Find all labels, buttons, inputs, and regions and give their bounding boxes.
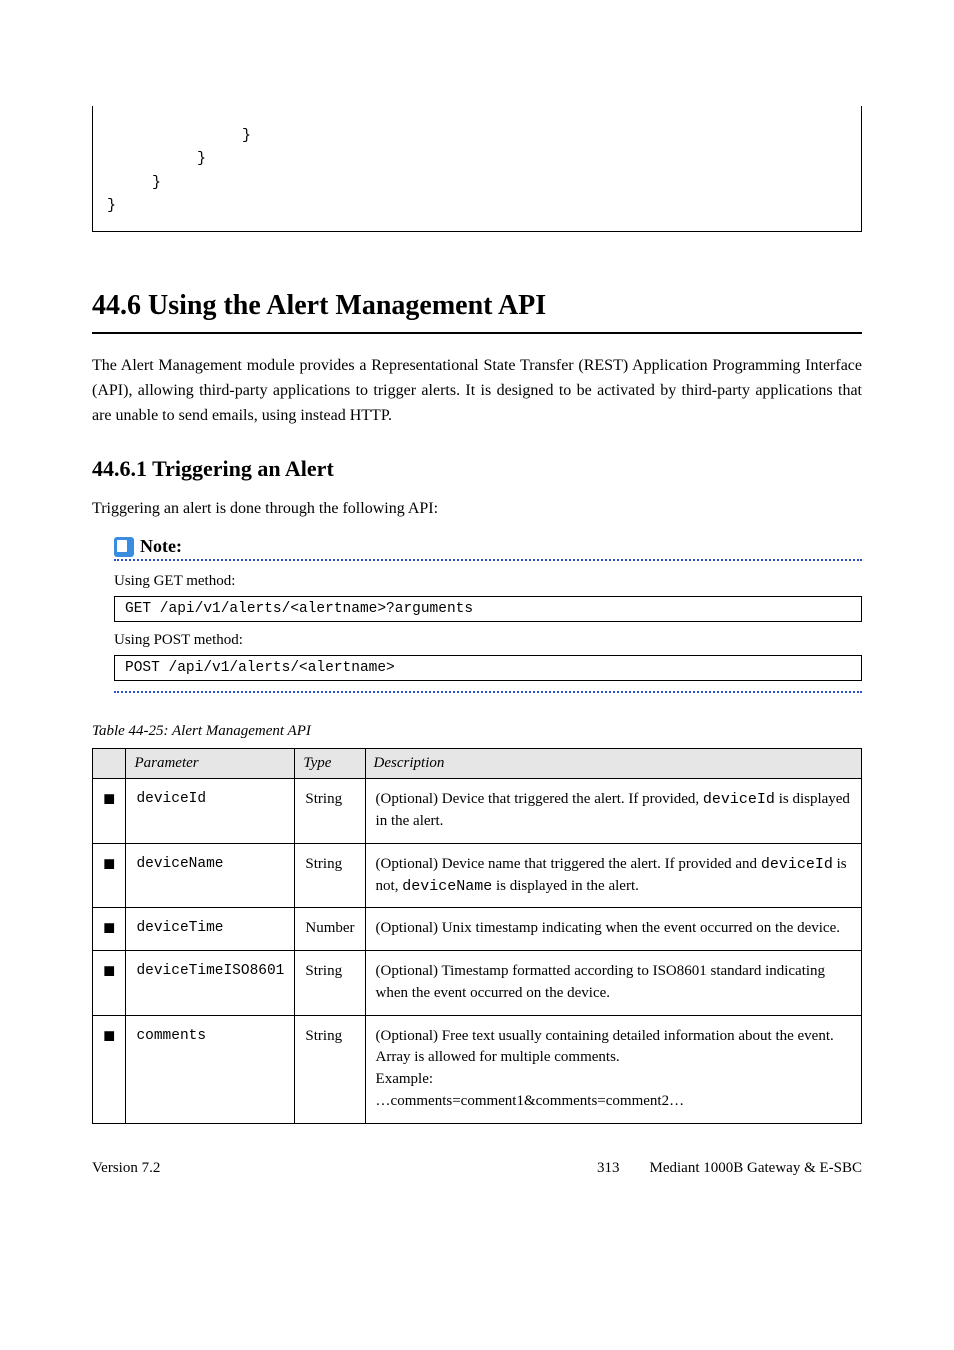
- table-row: ◼ deviceId String (Optional) Device that…: [93, 779, 862, 844]
- row-desc: (Optional) Device name that triggered th…: [365, 843, 861, 908]
- row-type: String: [295, 951, 365, 1016]
- th-description: Description: [365, 749, 861, 779]
- note-icon: [114, 537, 134, 557]
- subsection-intro: Triggering an alert is done through the …: [92, 500, 862, 518]
- row-bullet: ◼: [93, 1015, 126, 1123]
- th-parameter: Parameter: [126, 749, 295, 779]
- row-desc: (Optional) Free text usually containing …: [365, 1015, 861, 1123]
- row-desc: (Optional) Unix timestamp indicating whe…: [365, 908, 861, 951]
- footer-page-number: 313: [597, 1160, 620, 1176]
- row-type: Number: [295, 908, 365, 951]
- note-label: Note:: [140, 536, 182, 557]
- note-block: Note: Using GET method: GET /api/v1/aler…: [114, 536, 862, 693]
- section-rule: [92, 332, 862, 334]
- section-heading: 44.6 Using the Alert Management API: [92, 290, 862, 322]
- desc-text: (Optional) Device name that triggered th…: [376, 856, 761, 872]
- code-line: }: [107, 150, 206, 167]
- subsection-heading: 44.6.1 Triggering an Alert: [92, 456, 862, 482]
- table-header-row: Parameter Type Description: [93, 749, 862, 779]
- table-row: ◼ deviceTime Number (Optional) Unix time…: [93, 908, 862, 951]
- note-post-code: POST /api/v1/alerts/<alertname>: [114, 655, 862, 681]
- row-param: deviceId: [126, 779, 295, 844]
- note-post-desc: Using POST method:: [114, 632, 862, 649]
- row-param: deviceTimeISO8601: [126, 951, 295, 1016]
- code-listing-continuation: } } } }: [92, 106, 862, 232]
- code-line: }: [107, 174, 161, 191]
- row-bullet: ◼: [93, 779, 126, 844]
- page-footer: Version 7.2 313 Mediant 1000B Gateway & …: [92, 1160, 862, 1177]
- table-row: ◼ deviceName String (Optional) Device na…: [93, 843, 862, 908]
- row-param: deviceName: [126, 843, 295, 908]
- dotted-divider-top: [114, 559, 862, 561]
- row-type: String: [295, 779, 365, 844]
- code-line: }: [107, 127, 251, 144]
- code-line: }: [107, 197, 116, 214]
- th-type: Type: [295, 749, 365, 779]
- desc-line: …comments=comment1&comments=comment2…: [376, 1091, 851, 1113]
- table-caption: Table 44-25: Alert Management API: [92, 723, 862, 740]
- desc-mono: deviceId: [703, 791, 775, 808]
- footer-product: Mediant 1000B Gateway & E-SBC: [650, 1160, 862, 1176]
- section-intro-paragraph: The Alert Management module provides a R…: [92, 354, 862, 428]
- row-bullet: ◼: [93, 843, 126, 908]
- table-row: ◼ deviceTimeISO8601 String (Optional) Ti…: [93, 951, 862, 1016]
- table-row: ◼ comments String (Optional) Free text u…: [93, 1015, 862, 1123]
- row-desc: (Optional) Device that triggered the ale…: [365, 779, 861, 844]
- row-type: String: [295, 1015, 365, 1123]
- row-type: String: [295, 843, 365, 908]
- row-param: comments: [126, 1015, 295, 1123]
- parameters-table: Parameter Type Description ◼ deviceId St…: [92, 748, 862, 1123]
- row-param: deviceTime: [126, 908, 295, 951]
- dotted-divider-bottom: [114, 691, 862, 693]
- row-bullet: ◼: [93, 908, 126, 951]
- th-blank: [93, 749, 126, 779]
- note-get-code: GET /api/v1/alerts/<alertname>?arguments: [114, 596, 862, 622]
- desc-line: (Optional) Free text usually containing …: [376, 1026, 851, 1070]
- desc-text: (Optional) Device that triggered the ale…: [376, 791, 700, 807]
- note-get-desc: Using GET method:: [114, 573, 862, 590]
- row-desc: (Optional) Timestamp formatted according…: [365, 951, 861, 1016]
- desc-mono: deviceName: [402, 878, 492, 895]
- footer-version: Version 7.2: [92, 1160, 160, 1177]
- desc-mono: deviceId: [761, 856, 833, 873]
- desc-line: Example:: [376, 1069, 851, 1091]
- desc-text: is displayed in the alert.: [492, 878, 639, 894]
- row-bullet: ◼: [93, 951, 126, 1016]
